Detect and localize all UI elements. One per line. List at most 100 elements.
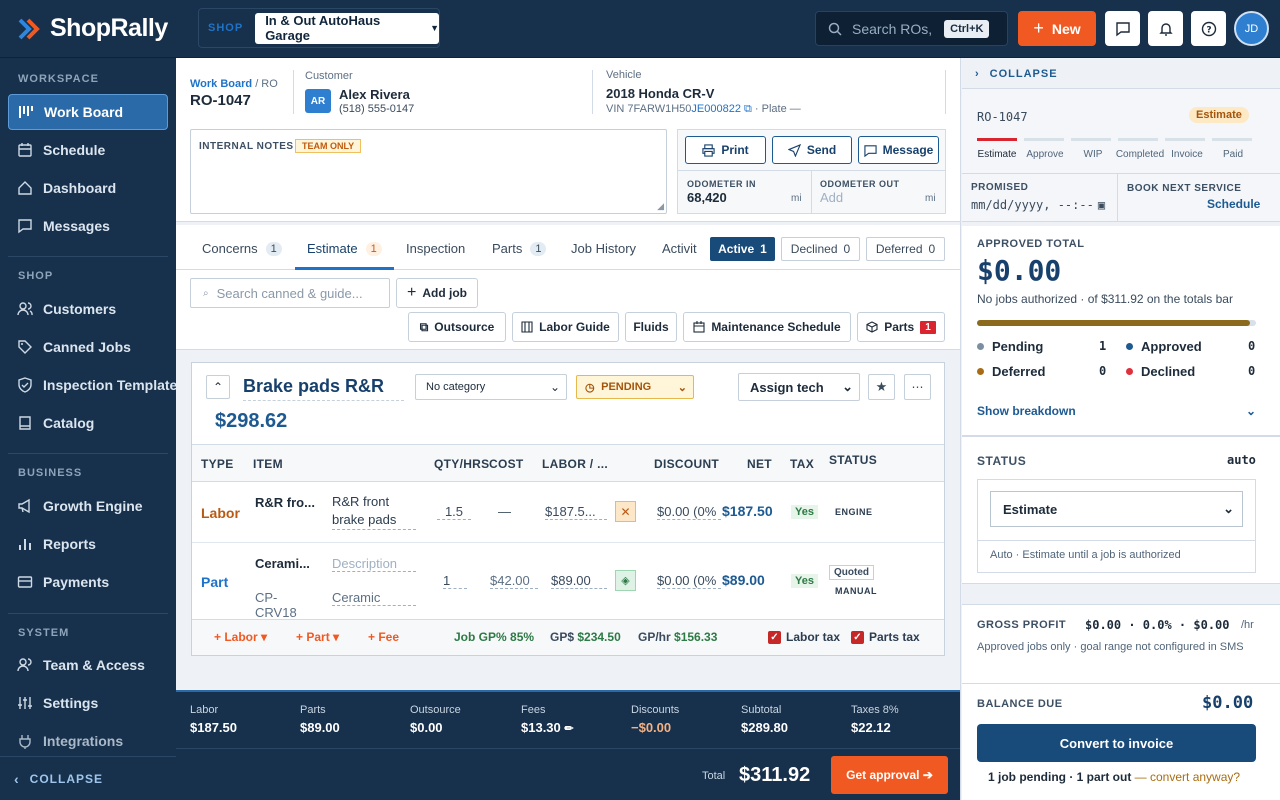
convert-to-invoice-button[interactable]: Convert to invoice — [977, 724, 1256, 762]
tab-inspection[interactable]: Inspection — [406, 241, 465, 256]
row-price[interactable]: $187.5... — [545, 504, 607, 520]
promised-input[interactable]: mm/dd/yyyy, --:-- ▣ — [971, 198, 1105, 212]
category-select[interactable]: No category ⌄ — [415, 374, 567, 400]
sidebar-item-integrations[interactable]: Integrations — [8, 723, 168, 759]
breadcrumb-link[interactable]: Work Board — [190, 78, 252, 90]
notifications-button[interactable] — [1148, 11, 1183, 46]
chat-button[interactable] — [1105, 11, 1140, 46]
new-button[interactable]: + New — [1018, 11, 1096, 46]
row-description[interactable]: R&R front brake pads — [332, 493, 416, 530]
row-name[interactable]: R&R fro... — [255, 495, 315, 510]
canned-search-input[interactable]: ⌕ Search canned & guide... — [190, 278, 390, 308]
sidebar-collapse-button[interactable]: ‹ COLLAPSE — [0, 756, 176, 800]
filter-declined[interactable]: Declined 0 — [781, 237, 860, 261]
copy-icon[interactable]: ⧉ — [744, 103, 752, 115]
gph-value: $156.33 — [674, 630, 718, 644]
row-discount[interactable]: $0.00 (0% — [657, 573, 721, 589]
vehicle-name[interactable]: 2018 Honda CR-V — [606, 86, 714, 101]
row-tax[interactable]: Yes — [791, 574, 818, 588]
tab-concerns[interactable]: Concerns 1 — [202, 241, 282, 256]
legend-label: Pending — [992, 339, 1044, 354]
filter-deferred[interactable]: Deferred 0 — [866, 237, 945, 261]
status-select[interactable]: Estimate ⌄ — [990, 491, 1243, 527]
row-part-number[interactable]: CP-CRV18 — [255, 590, 315, 621]
odometer-out-input[interactable]: Add — [820, 190, 843, 205]
logo[interactable]: ShopRally — [18, 14, 168, 43]
tab-estimate[interactable]: Estimate 1 — [307, 241, 382, 256]
collapse-job-button[interactable]: ⌃ — [206, 375, 230, 399]
tab-job-history[interactable]: Job History — [571, 241, 636, 256]
labor-tax-checkbox[interactable]: ✓ Labor tax — [768, 630, 840, 644]
customer-phone[interactable]: (518) 555-0147 — [339, 103, 414, 115]
totals-fees[interactable]: Fees $13.30 ✏ — [521, 704, 574, 735]
row-status[interactable]: Quoted — [829, 565, 874, 580]
sidebar-item-dashboard[interactable]: Dashboard — [8, 170, 168, 206]
sidebar-item-catalog[interactable]: Catalog — [8, 405, 168, 441]
dot-icon — [977, 343, 984, 350]
add-fee-button[interactable]: + Fee — [368, 630, 399, 644]
message-button[interactable]: Message — [858, 136, 939, 164]
calendar-icon[interactable]: ▣ — [1098, 198, 1105, 212]
vehicle-vin: VIN 7FARW1H50JE000822 ⧉ · Plate — — [606, 103, 801, 116]
row-price[interactable]: $89.00 — [551, 573, 607, 589]
pencil-icon[interactable]: ✏ — [564, 723, 573, 735]
favorite-button[interactable]: ★ — [868, 374, 895, 400]
filter-active[interactable]: Active 1 — [710, 237, 775, 261]
stage-label-paid[interactable]: Paid — [1205, 149, 1261, 160]
sidebar-item-settings[interactable]: Settings — [8, 685, 168, 721]
add-part-button[interactable]: + Part ▾ — [296, 630, 339, 644]
add-job-button[interactable]: + Add job — [396, 278, 478, 308]
assign-tech-select[interactable]: Assign tech ⌄ — [738, 373, 860, 401]
row-qty[interactable]: 1 — [443, 573, 467, 589]
outsource-button[interactable]: ⧉ Outsource — [408, 312, 506, 342]
sidebar-item-growth-engine[interactable]: Growth Engine — [8, 488, 168, 524]
labor-guide-button[interactable]: Labor Guide — [512, 312, 619, 342]
approved-note: No jobs authorized · of $311.92 on the t… — [977, 292, 1233, 306]
print-button[interactable]: Print — [685, 136, 766, 164]
gross-profit-note: Approved jobs only · goal range not conf… — [977, 641, 1244, 653]
row-part-description[interactable]: Ceramic — [332, 590, 416, 606]
job-status-select[interactable]: ◷ PENDING ⌄ — [576, 375, 694, 399]
row-description[interactable]: Description — [332, 556, 416, 572]
sidebar-item-canned-jobs[interactable]: Canned Jobs — [8, 329, 168, 365]
parts-tax-checkbox[interactable]: ✓ Parts tax — [851, 630, 920, 644]
sidebar-item-customers[interactable]: Customers — [8, 291, 168, 327]
add-labor-button[interactable]: + Labor ▾ — [214, 630, 267, 644]
send-button[interactable]: Send — [772, 136, 852, 164]
tab-activity[interactable]: Activit — [662, 241, 697, 256]
odometer-in-value[interactable]: 68,420 — [687, 190, 727, 205]
help-button[interactable]: ? — [1191, 11, 1226, 46]
more-button[interactable]: ⋯ — [904, 374, 931, 400]
get-approval-button[interactable]: Get approval ➔ — [831, 756, 948, 794]
book-next-label: BOOK NEXT SERVICE — [1127, 183, 1242, 194]
parts-button[interactable]: Parts 1 — [857, 312, 945, 342]
labor-override-icon[interactable]: ✕ — [615, 501, 636, 522]
fluids-button[interactable]: Fluids — [625, 312, 677, 342]
inventory-icon[interactable]: ◈ — [615, 570, 636, 591]
sidebar-item-reports[interactable]: Reports — [8, 526, 168, 562]
show-breakdown-toggle[interactable]: Show breakdown ⌄ — [977, 404, 1256, 418]
row-discount[interactable]: $0.00 (0% — [657, 504, 721, 520]
customer-name[interactable]: Alex Rivera — [339, 87, 410, 102]
schedule-link[interactable]: Schedule — [1207, 197, 1260, 211]
resize-handle-icon[interactable]: ◢ — [657, 201, 664, 212]
global-search[interactable]: Search ROs, Ctrl+K — [815, 11, 1008, 46]
maintenance-schedule-button[interactable]: Maintenance Schedule — [683, 312, 851, 342]
row-cost[interactable]: $42.00 — [490, 573, 538, 589]
user-avatar[interactable]: JD — [1234, 11, 1269, 46]
tab-parts[interactable]: Parts 1 — [492, 241, 547, 256]
convert-anyway-link[interactable]: — convert anyway? — [1135, 770, 1240, 784]
sidebar-item-inspection-templates[interactable]: Inspection Templates — [8, 367, 185, 403]
job-title[interactable]: Brake pads R&R — [243, 376, 404, 401]
sidebar-item-schedule[interactable]: Schedule — [8, 132, 168, 168]
row-name[interactable]: Cerami... — [255, 556, 310, 571]
sidebar-item-team-access[interactable]: Team & Access — [8, 647, 168, 683]
sidebar-item-messages[interactable]: Messages — [8, 208, 168, 244]
sidebar-item-payments[interactable]: Payments — [8, 564, 168, 600]
right-panel-collapse[interactable]: › COLLAPSE — [975, 68, 1058, 80]
sidebar-item-work-board[interactable]: Work Board — [8, 94, 168, 130]
shop-select[interactable]: In & Out AutoHaus Garage ▼ — [255, 12, 439, 44]
row-tax[interactable]: Yes — [791, 505, 818, 519]
row-qty[interactable]: 1.5 — [437, 504, 471, 520]
internal-notes-field[interactable]: INTERNAL NOTES TEAM ONLY ◢ — [190, 129, 667, 214]
